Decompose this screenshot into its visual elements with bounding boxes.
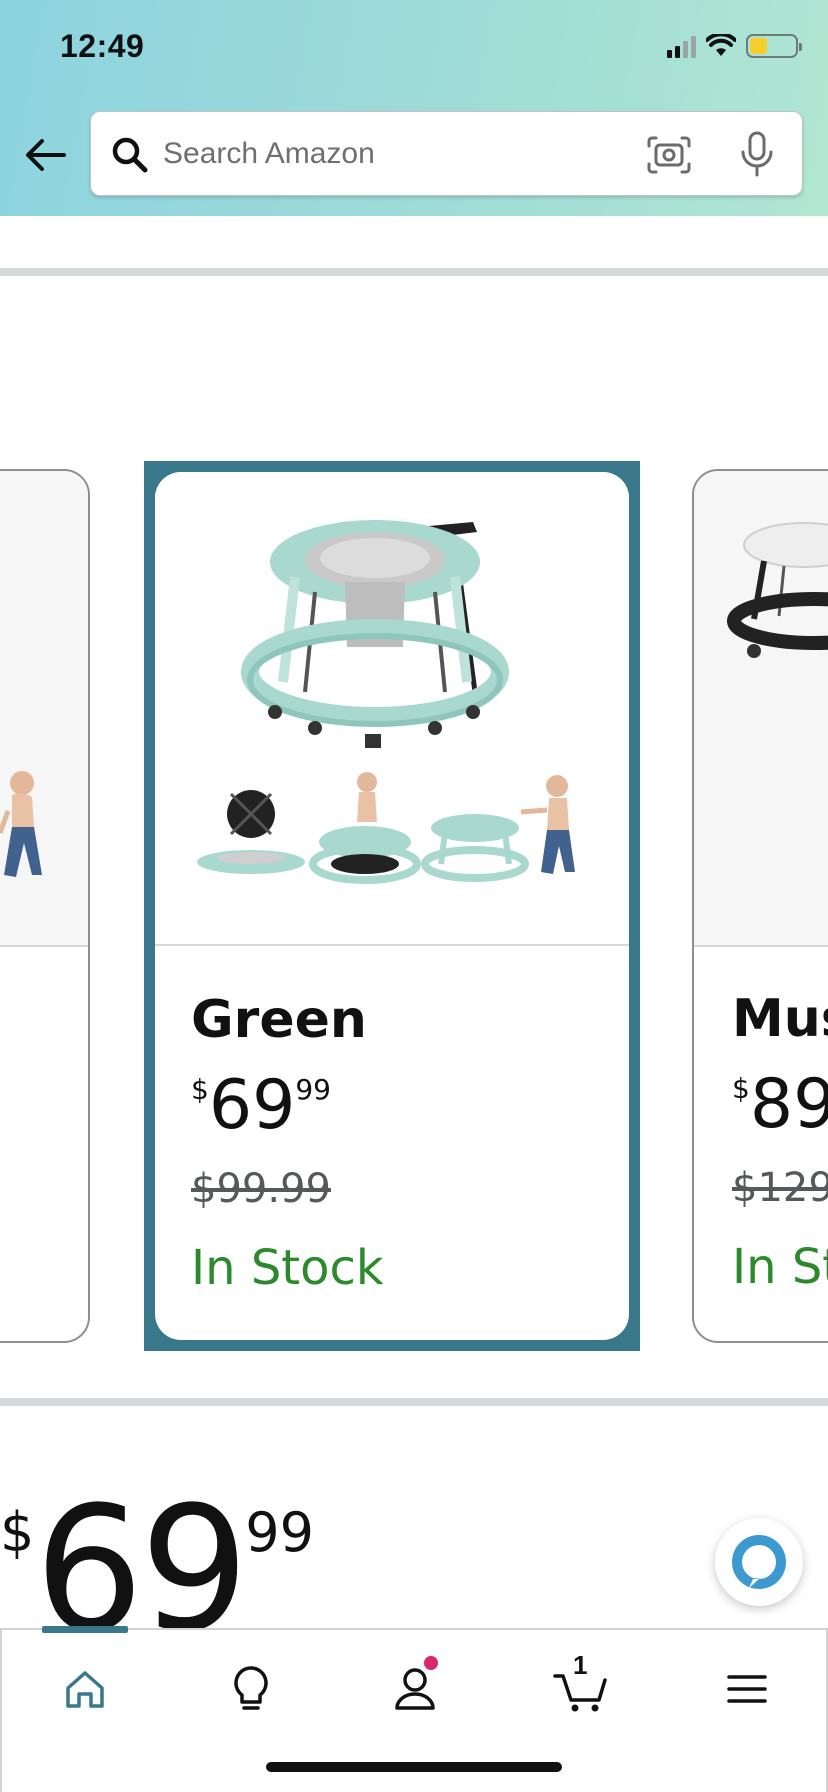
back-button[interactable]	[20, 130, 70, 180]
battery-icon	[746, 34, 802, 58]
product-card-selected[interactable]: Green $6999 $99.99 In Stock	[155, 472, 629, 1340]
status-icons	[667, 34, 802, 58]
product-name: Green	[191, 990, 367, 1050]
nav-account[interactable]	[380, 1654, 450, 1724]
list-price: $99.99	[191, 1166, 331, 1212]
product-price: $6999	[191, 1072, 331, 1140]
search-bar[interactable]	[90, 111, 803, 196]
product-price: $89	[732, 1071, 828, 1139]
app-root: 12:49 Search Amazon Green $6999 $99.99 I…	[0, 0, 828, 1792]
alexa-button[interactable]	[715, 1518, 803, 1606]
section-divider	[0, 268, 828, 276]
stock-status: In St	[732, 1239, 828, 1295]
alexa-icon	[732, 1535, 786, 1589]
stock-status: In Stock	[191, 1240, 384, 1296]
lightbulb-icon	[234, 1666, 268, 1710]
price-symbol: $	[732, 1072, 750, 1105]
baby-walker-image	[197, 520, 575, 884]
wifi-icon	[706, 34, 736, 56]
list-price: $129	[732, 1165, 828, 1211]
baby-walking-image	[0, 771, 42, 877]
product-name: Mus	[732, 989, 828, 1049]
summary-price-fraction: 99	[245, 1501, 314, 1564]
microphone-icon[interactable]	[736, 130, 778, 178]
product-image	[694, 471, 828, 947]
hamburger-menu-icon	[727, 1675, 767, 1703]
notification-dot	[424, 1656, 438, 1670]
home-indicator	[266, 1762, 562, 1772]
product-card-left[interactable]	[0, 469, 90, 1343]
price-symbol: $	[191, 1073, 209, 1106]
product-card-right[interactable]: Mus $89 $129 In St	[692, 469, 828, 1343]
summary-price-symbol: $	[0, 1501, 35, 1564]
home-icon	[66, 1671, 104, 1708]
price-whole: 69	[208, 1066, 296, 1145]
search-input[interactable]	[163, 130, 613, 178]
price-whole: 89	[749, 1065, 828, 1144]
search-icon	[112, 137, 148, 173]
active-tab-indicator	[42, 1626, 128, 1633]
cart-count: 1	[573, 1650, 588, 1680]
nav-cart[interactable]: 1	[546, 1650, 616, 1724]
baby-walker-black-image	[727, 522, 828, 658]
product-image	[155, 472, 629, 946]
nav-menu[interactable]	[712, 1654, 782, 1724]
price-fraction: 99	[295, 1073, 331, 1106]
user-icon	[395, 1668, 435, 1710]
product-image	[0, 471, 88, 947]
section-divider	[0, 1398, 828, 1406]
nav-home[interactable]	[50, 1654, 120, 1724]
status-time: 12:49	[60, 28, 145, 64]
back-arrow-icon	[26, 139, 66, 171]
cellular-signal-icon	[667, 34, 696, 58]
nav-inspire[interactable]	[216, 1654, 286, 1724]
header: 12:49	[0, 0, 828, 216]
camera-scan-icon[interactable]	[646, 132, 692, 178]
